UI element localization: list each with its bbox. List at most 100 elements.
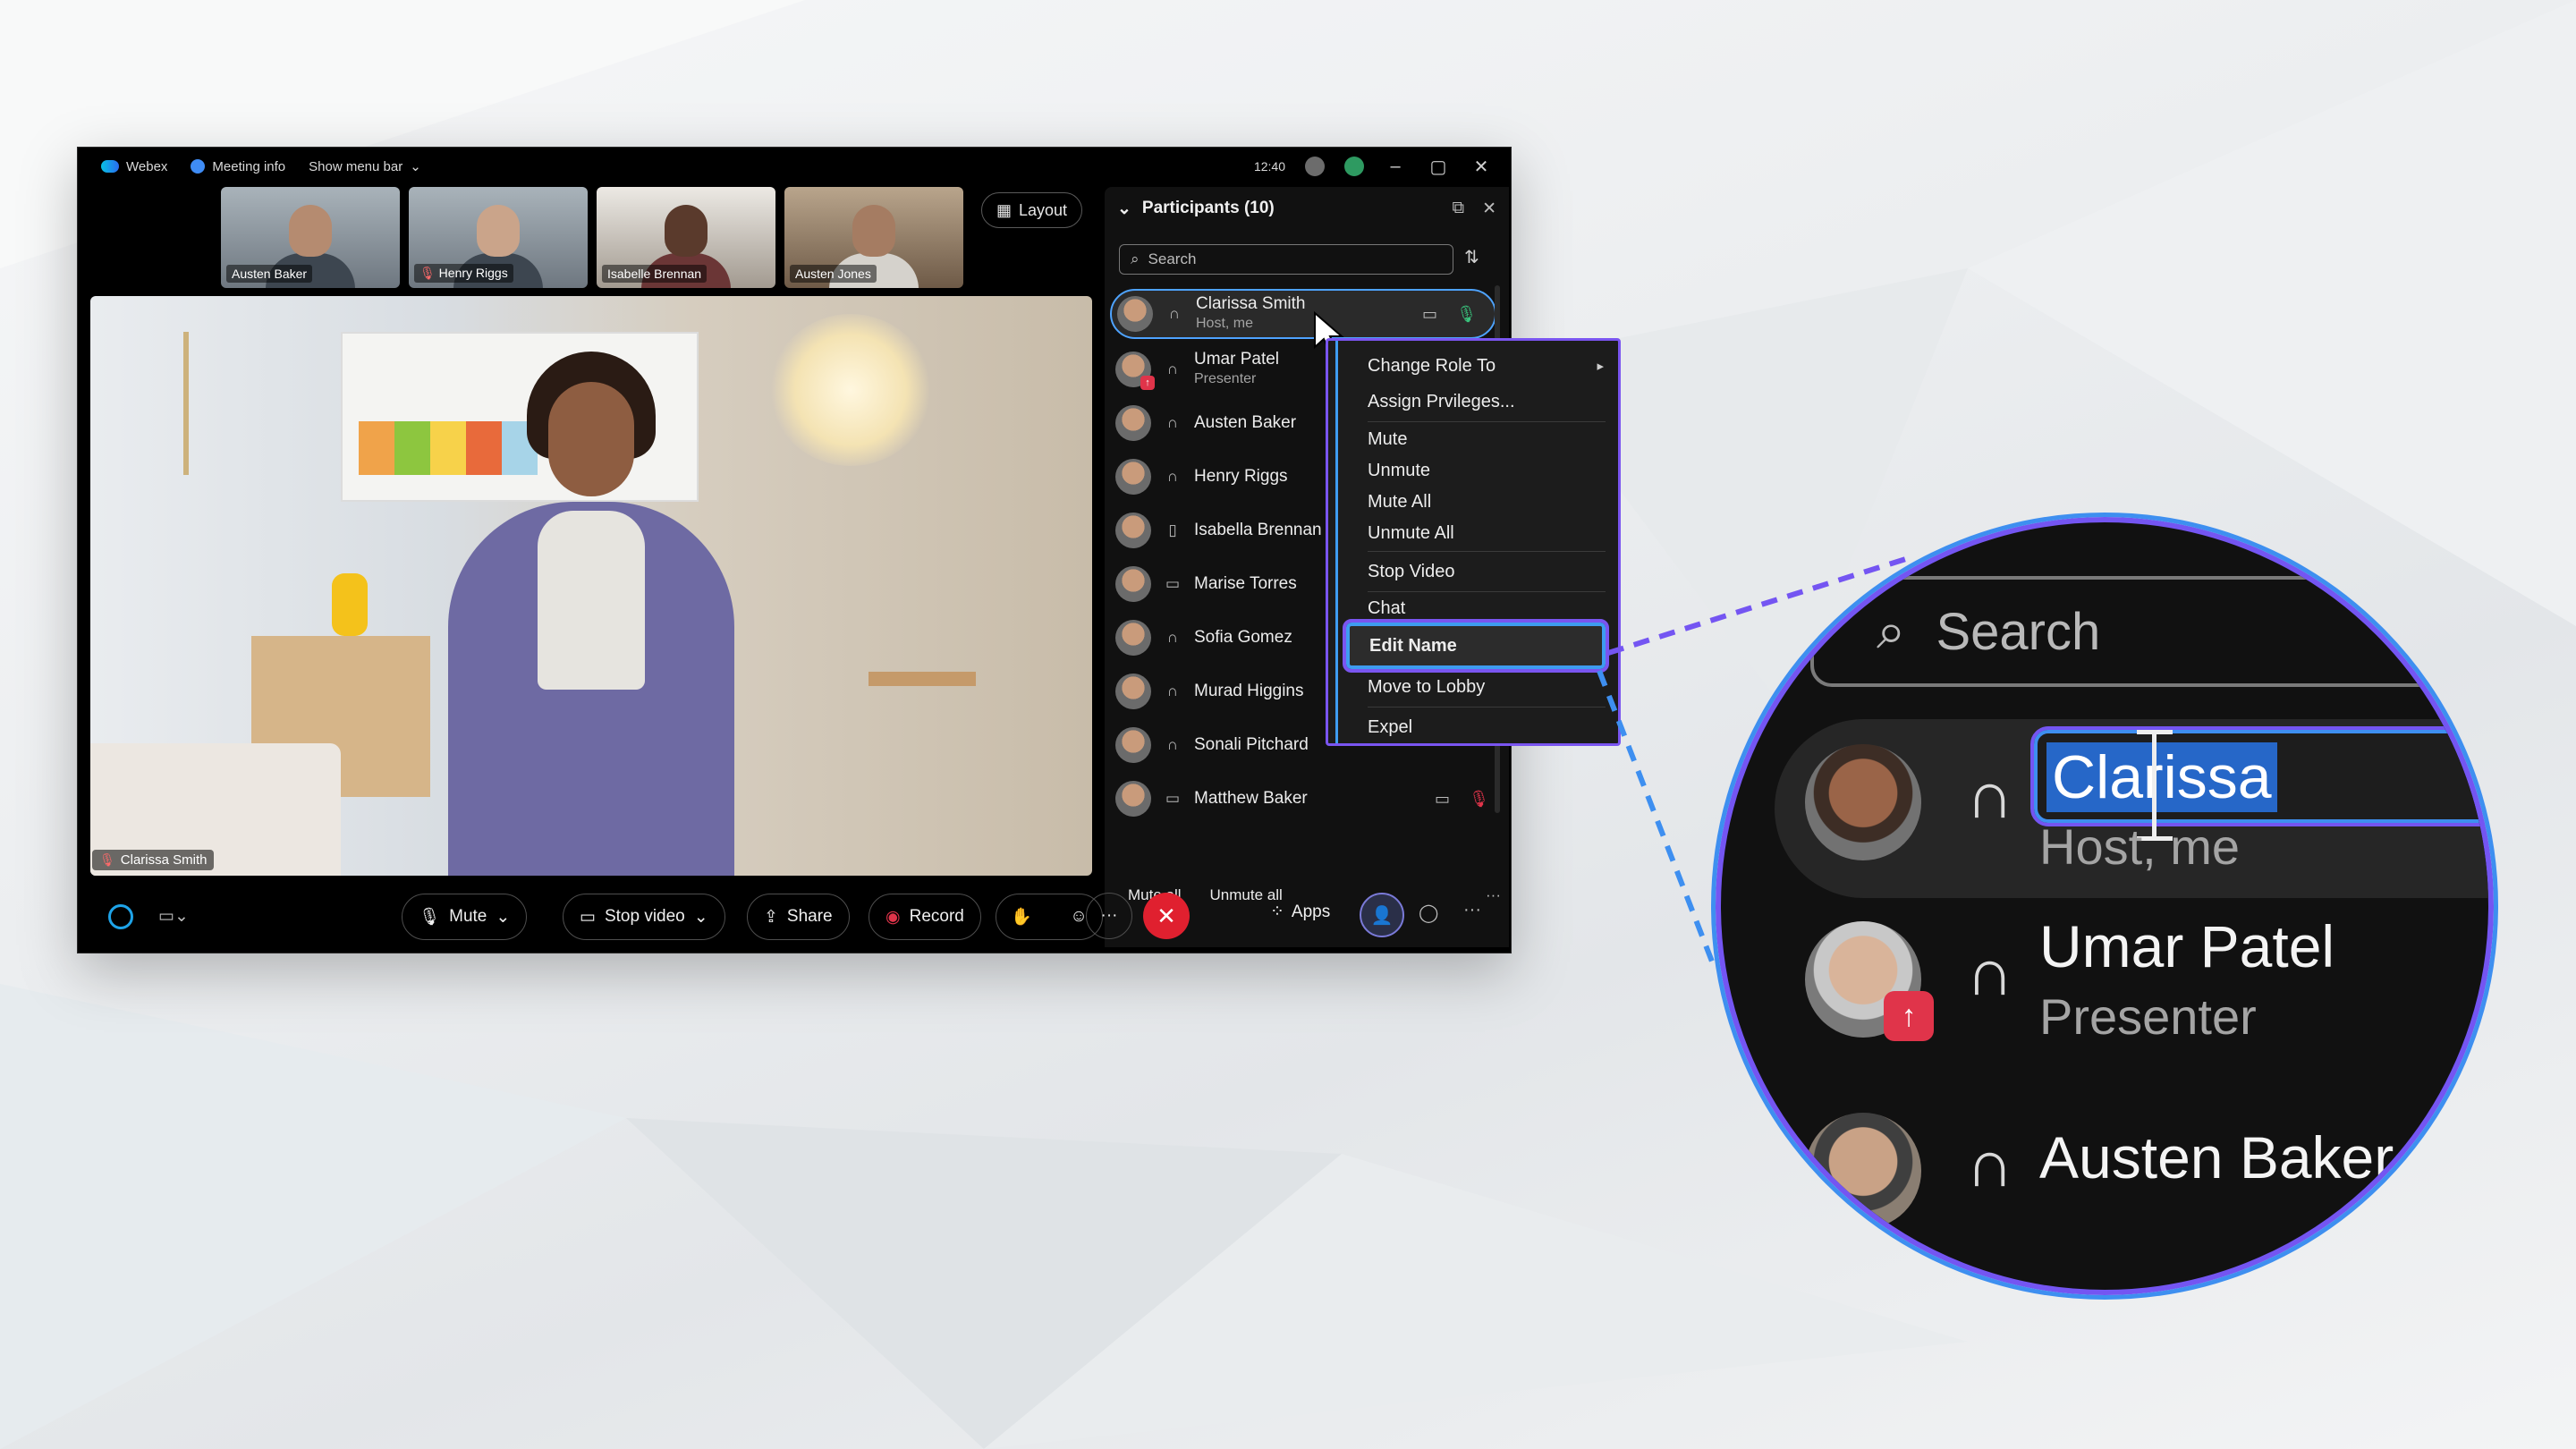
minimize-icon[interactable]: – <box>1384 157 1407 177</box>
meeting-time: 12:40 <box>1253 159 1285 174</box>
menu-item-mute[interactable]: Mute <box>1328 424 1618 455</box>
title-bar: Webex Meeting info Show menu bar ⌄ 12:40… <box>78 148 1511 185</box>
menu-item-stop-video[interactable]: Stop Video <box>1328 554 1618 589</box>
video-icon[interactable]: ▭ <box>1422 305 1437 324</box>
webex-assistant-icon[interactable] <box>108 904 133 929</box>
search-icon: ⌕ <box>1877 602 1906 660</box>
headset-icon: ∩ <box>1166 736 1179 753</box>
network-health-icon[interactable] <box>1344 157 1364 176</box>
menu-item-chat[interactable]: Chat <box>1328 594 1618 623</box>
video-thumbnail[interactable]: Austen Jones <box>784 187 963 288</box>
more-options-button[interactable]: ··· <box>1086 893 1132 939</box>
headset-icon: ∩ <box>1966 1126 2014 1200</box>
pendant-lamp <box>770 314 931 466</box>
participant-name: Sofia Gomez <box>1194 628 1292 647</box>
mic-muted-icon[interactable]: 🎙 <box>1469 790 1489 809</box>
zoom-magnifier: ⌕ Search ∩ Clarissa Host, me ↑ ∩ Umar Pa… <box>1711 513 2498 1300</box>
participant-context-menu: Change Role To Assign Prvileges... Mute … <box>1326 338 1621 746</box>
video-icon[interactable]: ▭ <box>1435 790 1450 809</box>
participant-row[interactable]: ∩ Clarissa Smith Host, me ▭ 🎙 <box>1110 289 1496 339</box>
more-options-icon[interactable]: ··· <box>1486 886 1501 904</box>
record-icon: ◉ <box>886 907 901 927</box>
menu-item-move-to-lobby[interactable]: Move to Lobby <box>1328 669 1618 705</box>
participant-video <box>289 205 332 257</box>
reactions-icon[interactable]: ☺ <box>1070 907 1087 927</box>
menu-item-edit-name[interactable]: Edit Name <box>1343 619 1609 673</box>
video-thumbnail[interactable]: Isabelle Brennan <box>597 187 775 288</box>
video-thumbnail[interactable]: 🎙 Henry Riggs <box>409 187 588 288</box>
show-menu-bar-button[interactable]: Show menu bar ⌄ <box>309 158 421 175</box>
pop-out-icon[interactable]: ⧉ <box>1453 199 1465 219</box>
background-shelf <box>90 332 189 475</box>
video-thumbnails: Austen Baker 🎙 Henry Riggs Isabelle Bren… <box>221 187 963 288</box>
participants-toggle-icon[interactable]: 👤 <box>1360 893 1404 937</box>
zoomed-search-input: ⌕ Search <box>1810 576 2488 687</box>
share-screen-icon: ⇪ <box>764 907 778 927</box>
chevron-down-icon[interactable]: ⌄ <box>694 907 708 928</box>
laptop-icon: ▭ <box>1165 790 1181 807</box>
captions-icon[interactable]: ▭⌄ <box>158 906 189 927</box>
headset-icon: ∩ <box>1166 682 1179 699</box>
mic-on-icon[interactable]: 🎙 <box>1456 305 1477 324</box>
microphone-icon: 🎙 <box>419 908 441 927</box>
collapse-chevron-icon[interactable]: ⌄ <box>1117 199 1131 219</box>
chevron-down-icon[interactable]: ⌄ <box>496 907 510 928</box>
menu-item-assign-privileges[interactable]: Assign Prvileges... <box>1328 384 1618 419</box>
edit-name-field[interactable]: Clarissa <box>2030 726 2488 841</box>
selected-name-text: Clarissa <box>2046 742 2277 812</box>
avatar <box>1115 513 1151 548</box>
avatar <box>1115 674 1151 709</box>
thumbnail-name: Austen Jones <box>790 265 877 283</box>
layout-button[interactable]: ▦ Layout <box>981 192 1083 228</box>
avatar <box>1115 405 1151 441</box>
participant-role: Presenter <box>1194 371 1257 386</box>
thumbnail-name: Isabelle Brennan <box>602 265 708 283</box>
participant-name: Sonali Pitchard <box>1194 735 1309 754</box>
mute-button[interactable]: 🎙 Mute ⌄ <box>402 894 528 940</box>
raise-hand-icon[interactable]: ✋ <box>1011 906 1032 928</box>
chat-icon[interactable]: ◯ <box>1419 902 1438 924</box>
menu-item-change-role[interactable]: Change Role To <box>1328 348 1618 384</box>
menu-item-expel[interactable]: Expel <box>1328 709 1618 745</box>
close-icon[interactable]: ✕ <box>1470 156 1493 178</box>
video-camera-icon: ▭ <box>580 907 596 927</box>
main-video-stage[interactable]: 🎙 Clarissa Smith <box>90 296 1092 876</box>
participants-title: Participants (10) <box>1141 199 1275 217</box>
stop-video-button[interactable]: ▭ Stop video ⌄ <box>563 894 725 940</box>
headset-icon: ∩ <box>1166 360 1179 377</box>
apps-button[interactable]: ⁘ Apps <box>1270 902 1330 922</box>
menu-item-unmute-all[interactable]: Unmute All <box>1328 518 1618 549</box>
menu-item-unmute[interactable]: Unmute <box>1328 455 1618 487</box>
end-call-icon[interactable]: ✕ <box>1143 893 1190 939</box>
presenter-badge-icon: ↑ <box>1884 991 1934 1041</box>
yellow-vase <box>332 573 368 636</box>
more-icon[interactable]: ··· <box>1463 900 1481 920</box>
headset-icon: ∩ <box>1966 935 2014 1009</box>
maximize-icon[interactable]: ▢ <box>1427 156 1450 178</box>
participant-name: Murad Higgins <box>1194 682 1304 700</box>
record-button[interactable]: ◉ Record <box>869 894 981 940</box>
sort-icon[interactable]: ⇅ <box>1464 246 1479 268</box>
participant-video <box>665 205 708 257</box>
zoomed-avatar <box>1805 744 1921 860</box>
participant-name: Marise Torres <box>1194 574 1297 593</box>
search-icon: ⌕ <box>1131 250 1140 267</box>
participant-name: Isabella Brennan <box>1194 521 1322 539</box>
share-button[interactable]: ⇪ Share <box>747 894 850 940</box>
participant-name: Matthew Baker <box>1194 789 1308 808</box>
speaker-face <box>548 382 634 496</box>
participants-header: ⌄ Participants (10) ⧉ ✕ <box>1105 187 1509 230</box>
close-panel-icon[interactable]: ✕ <box>1482 199 1496 219</box>
webex-app-label[interactable]: Webex <box>101 159 167 174</box>
participant-search-input[interactable]: ⌕ Search <box>1119 244 1453 275</box>
headset-icon: ∩ <box>1166 629 1179 646</box>
webex-logo-icon <box>101 160 119 173</box>
connection-icon[interactable] <box>1305 157 1325 176</box>
participant-video <box>852 205 895 257</box>
avatar <box>1115 459 1151 495</box>
menu-item-mute-all[interactable]: Mute All <box>1328 487 1618 518</box>
mic-muted-icon: 🎙 <box>419 266 436 280</box>
meeting-info-button[interactable]: Meeting info <box>191 159 285 174</box>
video-thumbnail[interactable]: Austen Baker <box>221 187 400 288</box>
participant-row[interactable]: ▭ Matthew Baker ▭ 🎙 <box>1105 772 1507 826</box>
